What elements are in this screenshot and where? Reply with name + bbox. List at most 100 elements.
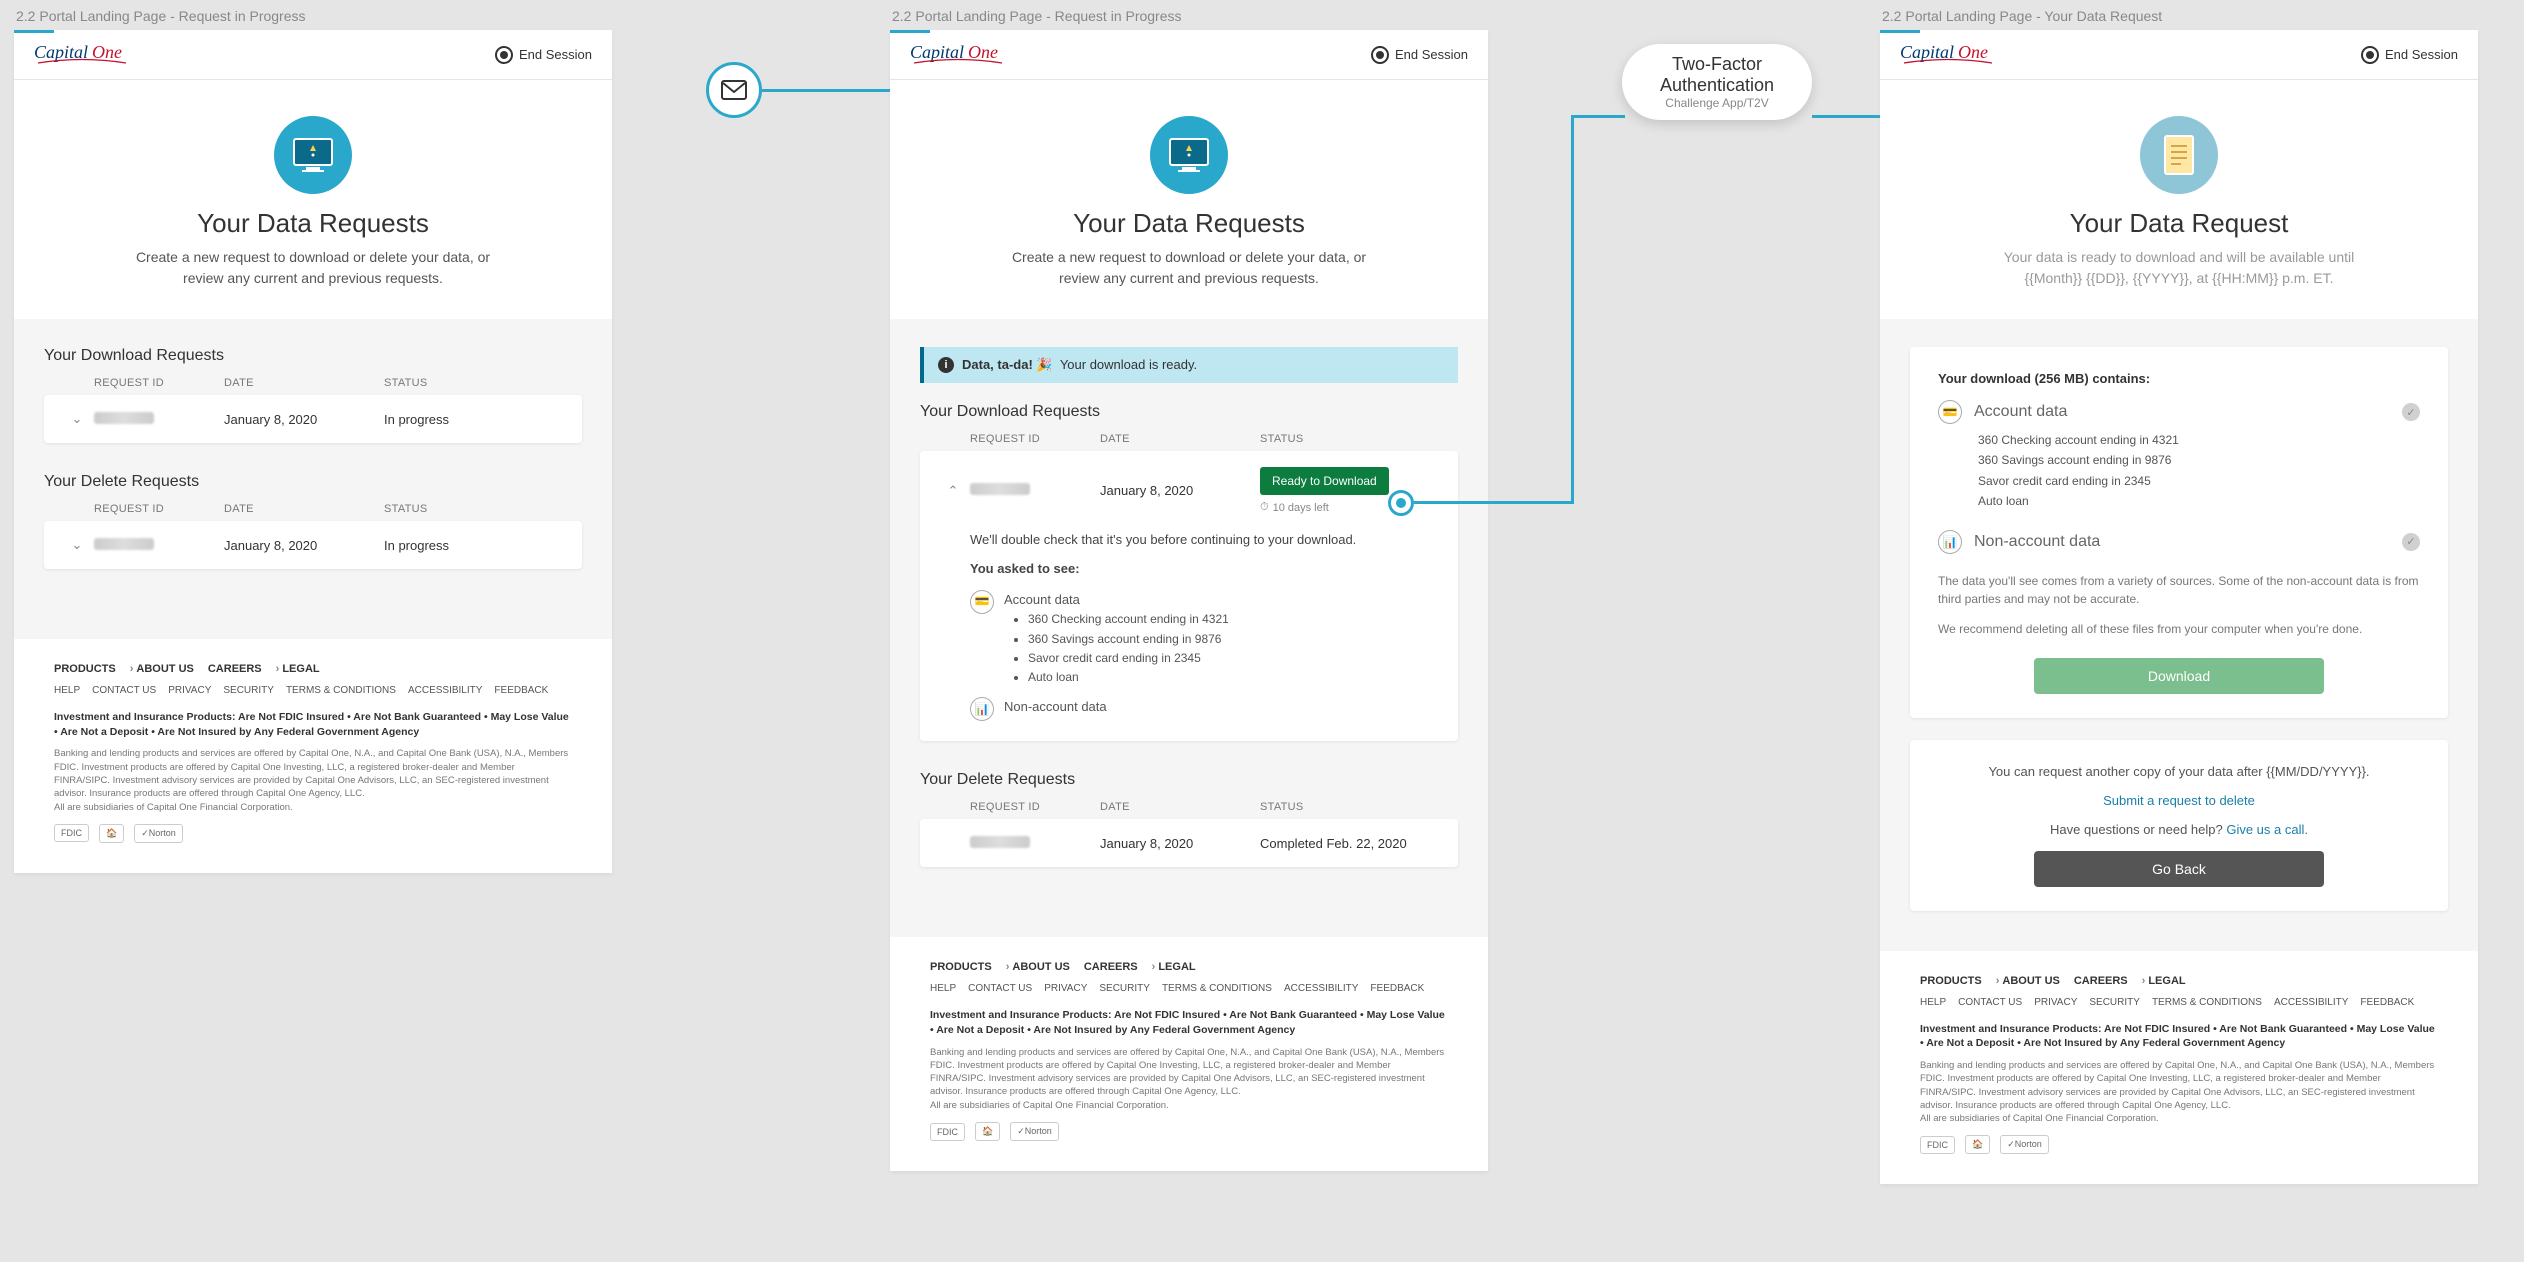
footer-sublink[interactable]: CONTACT US (1958, 997, 2022, 1008)
monitor-icon (274, 116, 352, 194)
chart-icon: 📊 (970, 697, 994, 721)
table-row[interactable]: ⌄ January 8, 2020 Completed Feb. 22, 202… (920, 819, 1458, 867)
page-subtitle: Your data is ready to download and will … (1989, 247, 2369, 289)
table-row[interactable]: ⌄ January 8, 2020 In progress (44, 395, 582, 443)
account-item: Auto loan (1028, 668, 1408, 687)
help-prefix: Have questions or need help? (2050, 822, 2226, 837)
footer-sublink[interactable]: HELP (54, 685, 80, 696)
footer-link[interactable]: ABOUT US (130, 663, 194, 675)
avatar-icon (1371, 46, 1389, 64)
artboard-label: 2.2 Portal Landing Page - Request in Pro… (14, 0, 612, 30)
flow-connector (762, 89, 890, 92)
norton-badge: ✓Norton (1010, 1122, 1059, 1141)
housing-badge: 🏠 (1965, 1135, 1990, 1154)
delete-card: ⌄ January 8, 2020 In progress (44, 521, 582, 569)
footer-link[interactable]: CAREERS (2074, 975, 2128, 987)
end-session-button[interactable]: End Session (1371, 46, 1468, 64)
go-back-button[interactable]: Go Back (2034, 851, 2324, 887)
footer-fineprint: Banking and lending products and service… (1920, 1059, 2438, 1112)
footer-link[interactable]: LEGAL (276, 663, 320, 675)
account-item: Savor credit card ending in 2345 (1028, 649, 1408, 668)
footer-link[interactable]: PRODUCTS (1920, 975, 1982, 987)
footer-sublink[interactable]: TERMS & CONDITIONS (286, 685, 396, 696)
footer-sublink[interactable]: TERMS & CONDITIONS (1162, 983, 1272, 994)
footer: PRODUCTS ABOUT US CAREERS LEGAL HELP CON… (890, 937, 1488, 1171)
data-source-note: The data you'll see comes from a variety… (1938, 572, 2420, 608)
fdic-badge: FDIC (1920, 1136, 1955, 1154)
account-item: 360 Savings account ending in 9876 (1028, 630, 1408, 649)
footer-sublink[interactable]: PRIVACY (168, 685, 211, 696)
footer-sublink[interactable]: FEEDBACK (2360, 997, 2414, 1008)
email-icon (706, 62, 762, 118)
footer-fineprint: Banking and lending products and service… (930, 1046, 1448, 1099)
download-section-title: Your Download Requests (920, 403, 1458, 421)
row-date: January 8, 2020 (224, 538, 384, 553)
page-subtitle: Create a new request to download or dele… (123, 247, 503, 289)
tfa-node: Two-Factor Authentication Challenge App/… (1622, 44, 1812, 120)
tfa-subtitle: Challenge App/T2V (1648, 96, 1786, 110)
footer-link[interactable]: CAREERS (208, 663, 262, 675)
row-status: In progress (384, 538, 582, 553)
delete-section-title: Your Delete Requests (44, 473, 582, 491)
footer-link[interactable]: PRODUCTS (54, 663, 116, 675)
footer: PRODUCTS ABOUT US CAREERS LEGAL HELP CON… (1880, 951, 2478, 1185)
table-row[interactable]: ⌃ January 8, 2020 Ready to Download 10 d… (920, 451, 1458, 530)
page-title: Your Data Requests (54, 208, 572, 239)
end-session-label: End Session (519, 47, 592, 62)
footer-sublink[interactable]: SECURITY (223, 685, 274, 696)
flow-connector (1571, 115, 1574, 504)
page-title: Your Data Request (1920, 208, 2438, 239)
svg-text:One: One (92, 42, 122, 62)
give-us-call-link[interactable]: Give us a call. (2226, 822, 2308, 837)
action-card: You can request another copy of your dat… (1910, 740, 2448, 911)
logo: CapitalOne (1900, 38, 1996, 71)
footer-disclosure: Investment and Insurance Products: Are N… (54, 710, 572, 739)
request-id-redacted (970, 836, 1030, 848)
nonaccount-data-title: Non-account data (1004, 697, 1408, 718)
submit-delete-link[interactable]: Submit a request to delete (2103, 793, 2255, 808)
footer-link[interactable]: PRODUCTS (930, 961, 992, 973)
footer-sublink[interactable]: FEEDBACK (1370, 983, 1424, 994)
footer-sublink[interactable]: SECURITY (1099, 983, 1150, 994)
svg-text:One: One (1958, 42, 1988, 62)
hero: Your Data Request Your data is ready to … (1880, 80, 2478, 319)
footer-sublink[interactable]: CONTACT US (968, 983, 1032, 994)
banner-text: Your download is ready. (1060, 357, 1197, 372)
ready-download-button[interactable]: Ready to Download (1260, 467, 1389, 495)
footer-sublink[interactable]: ACCESSIBILITY (1284, 983, 1358, 994)
footer-sublink[interactable]: TERMS & CONDITIONS (2152, 997, 2262, 1008)
footer-link[interactable]: ABOUT US (1006, 961, 1070, 973)
end-session-button[interactable]: End Session (495, 46, 592, 64)
fdic-badge: FDIC (54, 824, 89, 842)
footer-sublink[interactable]: ACCESSIBILITY (408, 685, 482, 696)
footer-sublink[interactable]: PRIVACY (2034, 997, 2077, 1008)
flow-dot (1388, 490, 1414, 516)
request-id-redacted (970, 483, 1030, 495)
footer-sublink[interactable]: CONTACT US (92, 685, 156, 696)
download-button[interactable]: Download (2034, 658, 2324, 694)
housing-badge: 🏠 (99, 824, 124, 843)
footer-sublink[interactable]: ACCESSIBILITY (2274, 997, 2348, 1008)
housing-badge: 🏠 (975, 1122, 1000, 1141)
footer-sublink[interactable]: PRIVACY (1044, 983, 1087, 994)
footer-fineprint: Banking and lending products and service… (54, 747, 572, 800)
footer-link[interactable]: CAREERS (1084, 961, 1138, 973)
norton-badge: ✓Norton (2000, 1135, 2049, 1154)
footer-sublink[interactable]: FEEDBACK (494, 685, 548, 696)
norton-badge: ✓Norton (134, 824, 183, 843)
account-data-label: Account data (1974, 403, 2390, 421)
footer-disclosure: Investment and Insurance Products: Are N… (930, 1008, 1448, 1037)
chevron-down-icon[interactable]: ⌄ (60, 411, 94, 427)
table-row[interactable]: ⌄ January 8, 2020 In progress (44, 521, 582, 569)
footer-link[interactable]: LEGAL (1152, 961, 1196, 973)
chevron-up-icon[interactable]: ⌃ (936, 483, 970, 499)
footer-sublink[interactable]: HELP (1920, 997, 1946, 1008)
footer-link[interactable]: LEGAL (2142, 975, 2186, 987)
end-session-button[interactable]: End Session (2361, 46, 2458, 64)
footer-link[interactable]: ABOUT US (1996, 975, 2060, 987)
delete-recommendation: We recommend deleting all of these files… (1938, 620, 2420, 638)
artboard-1: CapitalOne End Session Your Data Request… (14, 30, 612, 873)
footer-sublink[interactable]: HELP (930, 983, 956, 994)
chevron-down-icon[interactable]: ⌄ (60, 537, 94, 553)
footer-sublink[interactable]: SECURITY (2089, 997, 2140, 1008)
